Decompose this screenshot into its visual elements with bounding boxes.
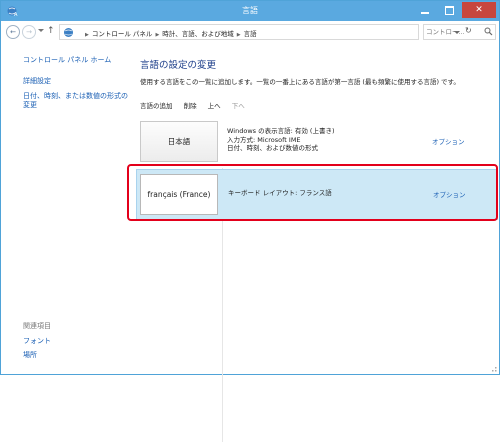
- add-language-button[interactable]: 言語の追加: [140, 102, 173, 110]
- detail-line: 日付、時刻、および数値の形式: [227, 144, 318, 152]
- close-icon: ✕: [475, 5, 483, 15]
- back-button[interactable]: ←: [6, 25, 20, 39]
- language-details: キーボード レイアウト: フランス語: [228, 189, 332, 198]
- language-tile[interactable]: 日本語: [140, 121, 218, 162]
- language-details: Windows の表示言語: 有効 (上書き) 入力方式: Microsoft …: [227, 127, 334, 153]
- minimize-button[interactable]: [413, 2, 437, 18]
- language-toolbar: 言語の追加 削除 上へ 下へ: [140, 100, 254, 110]
- title-bar[interactable]: A 言語 ✕: [1, 1, 499, 21]
- options-link[interactable]: オプション: [432, 136, 465, 146]
- sidebar-change-formats[interactable]: 日付、時刻、または数値の形式の変更: [23, 92, 131, 110]
- sidebar-advanced-settings[interactable]: 詳細設定: [23, 77, 51, 86]
- search-box[interactable]: [423, 24, 496, 40]
- sidebar-control-panel-home[interactable]: コントロール パネル ホーム: [23, 55, 111, 65]
- maximize-icon: [444, 5, 454, 15]
- language-list: 日本語 Windows の表示言語: 有効 (上書き) 入力方式: Micros…: [136, 117, 498, 442]
- detail-line: 入力方式: Microsoft IME: [227, 135, 301, 144]
- forward-button[interactable]: →: [22, 25, 36, 39]
- list-item-japanese[interactable]: 日本語 Windows の表示言語: 有効 (上書き) 入力方式: Micros…: [136, 117, 498, 168]
- main-panel: 言語の設定の変更 使用する言語をこの一覧に追加します。一覧の一番上にある言語が第…: [131, 43, 499, 442]
- minimize-icon: [421, 12, 429, 14]
- breadcrumb: ▶ コントロール パネル ▶ 時計、言語、および地域 ▶ 言語: [82, 28, 257, 38]
- move-down-button: 下へ: [231, 102, 245, 110]
- maximize-button[interactable]: [437, 2, 461, 18]
- address-box[interactable]: ▶ コントロール パネル ▶ 時計、言語、および地域 ▶ 言語 ↻: [59, 24, 472, 40]
- detail-line: Windows の表示言語: 有効 (上書き): [227, 127, 335, 135]
- breadcrumb-clock-language-region[interactable]: 時計、言語、および地域: [162, 30, 234, 38]
- breadcrumb-language[interactable]: 言語: [244, 30, 257, 38]
- breadcrumb-separator-icon: ▶: [85, 32, 89, 38]
- breadcrumb-separator-icon: ▶: [236, 32, 241, 38]
- sidebar-fonts[interactable]: フォント: [23, 336, 51, 346]
- up-button[interactable]: ↑: [47, 26, 55, 36]
- related-heading: 関連項目: [23, 322, 51, 330]
- sidebar-location[interactable]: 場所: [23, 350, 37, 360]
- breadcrumb-control-panel[interactable]: コントロール パネル: [92, 30, 153, 38]
- arrow-up-icon: ↑: [47, 26, 55, 36]
- language-window: A 言語 ✕ ← → ↑ ▶ コントロール パネル ▶ 時計、言語、および地域 ▶ 言語 …: [0, 0, 500, 442]
- control-panel-icon: [64, 28, 73, 37]
- move-up-button[interactable]: 上へ: [208, 102, 221, 110]
- breadcrumb-separator-icon: ▶: [155, 32, 160, 38]
- sidebar: コントロール パネル ホーム 詳細設定 日付、時刻、または数値の形式の変更 関連…: [1, 43, 131, 374]
- close-button[interactable]: ✕: [462, 2, 496, 18]
- resize-grip-icon[interactable]: [489, 364, 497, 372]
- recent-locations-dropdown-icon[interactable]: [38, 29, 44, 32]
- options-link[interactable]: オプション: [433, 189, 466, 199]
- language-tile[interactable]: français (France): [140, 174, 218, 215]
- detail-line: キーボード レイアウト: フランス語: [228, 189, 332, 197]
- page-title: 言語の設定の変更: [140, 60, 217, 71]
- list-item-french[interactable]: français (France) キーボード レイアウト: フランス語 オプシ…: [136, 169, 498, 220]
- search-icon[interactable]: [484, 27, 493, 36]
- arrow-left-icon: ←: [10, 28, 16, 36]
- remove-button[interactable]: 削除: [184, 102, 197, 110]
- address-bar: ← → ↑ ▶ コントロール パネル ▶ 時計、言語、および地域 ▶ 言語 ↻: [1, 21, 499, 43]
- arrow-right-icon: →: [26, 28, 32, 36]
- search-input[interactable]: [426, 26, 482, 38]
- page-description: 使用する言語をこの一覧に追加します。一覧の一番上にある言語が第一言語 (最も頻繁…: [140, 78, 460, 86]
